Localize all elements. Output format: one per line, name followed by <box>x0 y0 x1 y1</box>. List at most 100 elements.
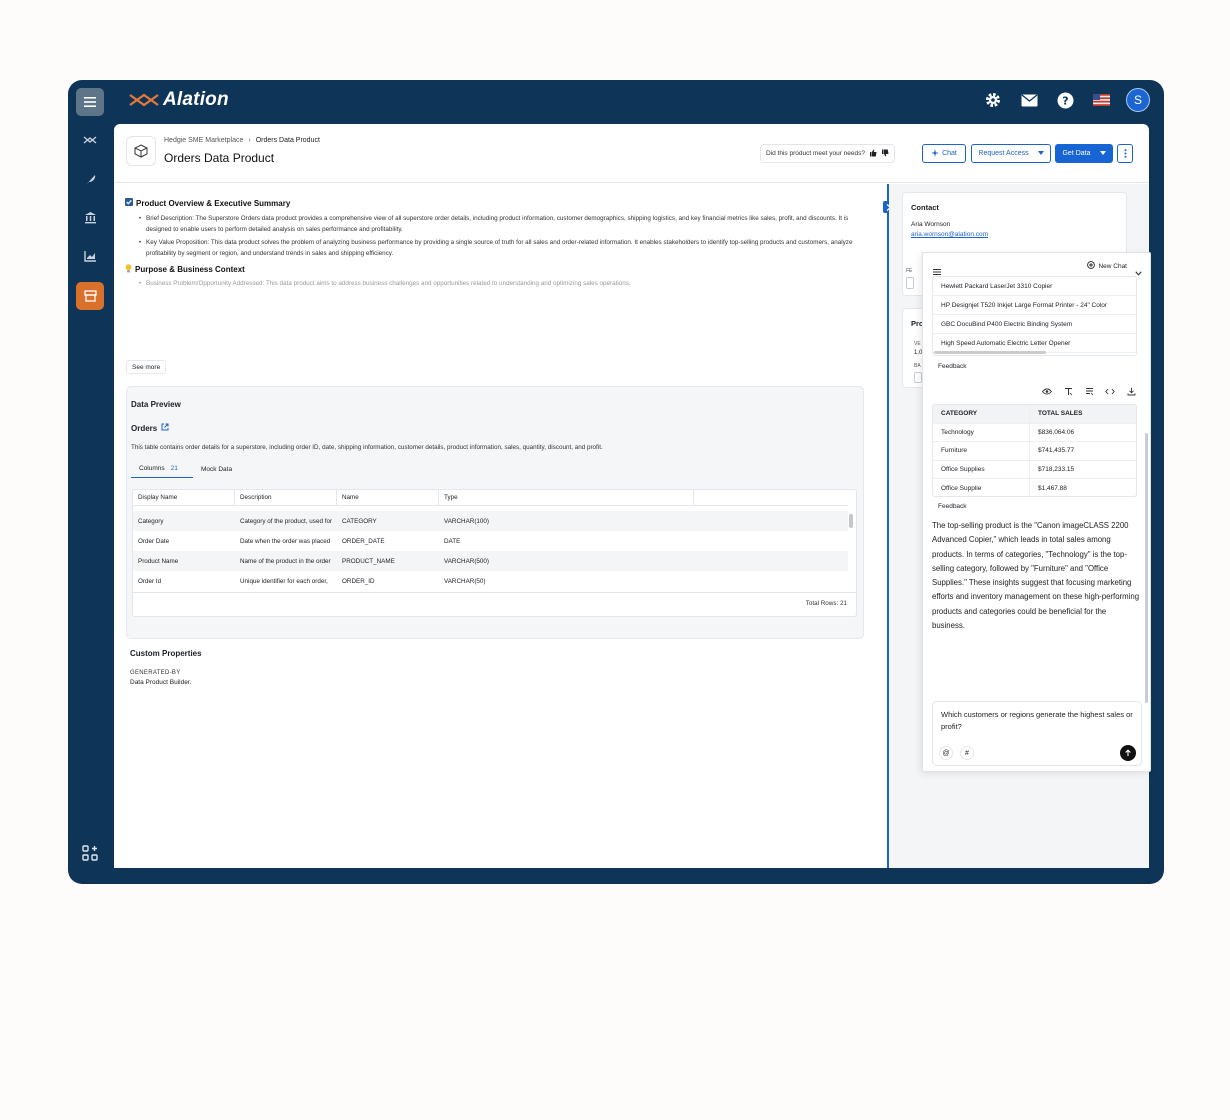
chat-scrollbar[interactable] <box>1145 433 1148 703</box>
page-header: Hedgie SME Marketplace › Orders Data Pro… <box>114 124 1149 183</box>
column-header[interactable]: Display Name <box>133 490 235 505</box>
hashtag-button[interactable]: # <box>960 746 974 760</box>
feedback-button[interactable]: Feedback <box>935 501 970 512</box>
send-button[interactable] <box>1120 745 1136 761</box>
chat-button[interactable]: Chat <box>922 144 966 163</box>
request-access-label: Request Access <box>978 150 1029 157</box>
feedback-question: Did this product meet your needs? <box>766 150 865 157</box>
table-row[interactable]: Category Category of the product, used f… <box>133 511 848 531</box>
thumbs-up-icon[interactable] <box>869 149 877 159</box>
chart-icon[interactable] <box>76 242 104 270</box>
cell-total-sales: $1,467.88 <box>1038 484 1067 492</box>
cell-display-name: Order Id <box>138 577 162 585</box>
tab-mock-data[interactable]: Mock Data <box>193 460 240 478</box>
code-icon[interactable] <box>1105 386 1115 396</box>
result-toolbar <box>1042 386 1136 396</box>
list-item: Hewlett Packard LaserJet 3310 Copier <box>933 277 1136 296</box>
divider <box>133 592 856 593</box>
column-header[interactable]: Name <box>337 490 439 505</box>
avatar[interactable]: S <box>1126 88 1150 112</box>
product-cube-icon <box>126 136 156 166</box>
field-label: BA <box>914 363 921 369</box>
cell-name: PRODUCT_NAME <box>342 557 395 565</box>
column-header[interactable]: Description <box>235 490 337 505</box>
svg-text:?: ? <box>1062 94 1068 107</box>
help-icon[interactable]: ? <box>1054 89 1076 111</box>
page-title: Orders Data Product <box>164 151 275 165</box>
list-scrollbar[interactable] <box>934 351 1046 354</box>
cell-total-sales: $836,064.06 <box>1038 428 1075 436</box>
sparkle-icon <box>931 148 940 159</box>
contact-email[interactable]: aria.wornson@alation.com <box>911 231 988 238</box>
cell-display-name: Category <box>138 517 164 525</box>
chat-input[interactable]: Which customers or regions generate the … <box>941 709 1136 733</box>
eye-icon[interactable] <box>1042 386 1052 396</box>
table-row[interactable]: Order Id Unique identifier for each orde… <box>133 571 848 591</box>
cell-description: Unique identifier for each order, <box>240 577 328 585</box>
feather-icon[interactable] <box>76 165 104 193</box>
table-scrollbar[interactable] <box>849 514 853 528</box>
lightbulb-icon <box>125 264 132 275</box>
column-header[interactable]: Type <box>439 490 694 505</box>
tab-columns-label: Columns <box>139 465 165 472</box>
property-value: Data Product Builder. <box>130 679 192 686</box>
flag-icon[interactable] <box>1090 89 1112 111</box>
table-view-icon[interactable] <box>1084 386 1094 396</box>
logo-mark-icon <box>129 93 159 107</box>
cell-type: VARCHAR(500) <box>444 557 490 565</box>
bank-icon[interactable] <box>76 203 104 231</box>
purpose-heading: Purpose & Business Context <box>125 264 245 275</box>
checkbox-icon <box>125 198 133 208</box>
contact-title: Contact <box>911 203 939 212</box>
field-chip <box>906 277 914 289</box>
assistant-answer: The top-selling product is the "Canon im… <box>932 521 1140 631</box>
see-more-button[interactable]: See more <box>126 360 167 374</box>
result-header: CATEGORY <box>933 405 1030 423</box>
cell-type: VARCHAR(100) <box>444 517 490 525</box>
table-row: Technology $836,064.06 <box>933 423 1136 442</box>
marketplace-icon[interactable] <box>76 282 104 310</box>
more-options-button[interactable] <box>1117 144 1133 163</box>
chat-button-label: Chat <box>942 150 957 157</box>
tab-columns[interactable]: Columns 21 <box>131 460 193 478</box>
menu-icon[interactable] <box>76 88 104 116</box>
breadcrumb-current: Orders Data Product <box>255 137 320 144</box>
feedback-button[interactable]: Feedback <box>935 361 970 372</box>
get-data-button[interactable]: Get Data <box>1055 144 1113 163</box>
thumbs-down-icon[interactable] <box>881 149 889 159</box>
cell-category: Technology <box>933 423 1030 441</box>
table-header-row: Display Name Description Name Type <box>133 490 848 506</box>
list-item: HP Designjet T520 Inkjet Large Format Pr… <box>933 296 1136 315</box>
list-item: GBC DocuBind P400 Electric Binding Syste… <box>933 315 1136 334</box>
mail-icon[interactable] <box>1018 89 1040 111</box>
result-header: TOTAL SALES <box>1038 410 1083 418</box>
data-preview-card: Data Preview Orders This table contains … <box>126 386 864 639</box>
orders-table-name: Orders <box>131 423 158 433</box>
result-table: CATEGORY TOTAL SALES Technology $836,064… <box>932 404 1137 497</box>
tab-mock-data-label: Mock Data <box>201 465 233 473</box>
breadcrumb-parent[interactable]: Hedgie SME Marketplace <box>164 137 243 144</box>
new-chat-label: New Chat <box>1098 262 1127 270</box>
lineage-icon[interactable] <box>76 126 104 154</box>
request-access-button[interactable]: Request Access <box>971 144 1051 163</box>
cell-category: Furniture <box>933 442 1030 460</box>
tab-columns-count: 21 <box>170 465 178 472</box>
arrow-up-icon <box>1125 749 1131 756</box>
text-format-icon[interactable] <box>1063 386 1073 396</box>
orders-table-link[interactable]: Orders <box>131 423 169 433</box>
gear-icon[interactable] <box>982 89 1004 111</box>
overview-bullet-description: Brief Description: The Superstore Orders… <box>139 214 868 235</box>
new-chat-button[interactable]: New Chat <box>1087 261 1127 271</box>
custom-properties-title: Custom Properties <box>130 649 202 658</box>
columns-table: Display Name Description Name Type Categ… <box>132 489 857 617</box>
table-row: Office Supplies $718,233.15 <box>933 460 1136 479</box>
alation-logo[interactable]: Alation <box>129 89 229 111</box>
table-row[interactable]: Order Date Date when the order was place… <box>133 531 848 551</box>
mention-button[interactable]: @ <box>939 746 953 760</box>
table-row[interactable]: Product Name Name of the product in the … <box>133 551 848 571</box>
apps-add-icon[interactable] <box>76 839 104 867</box>
breadcrumb-separator: › <box>248 137 251 144</box>
property-key: GENERATED-BY <box>130 670 181 676</box>
download-icon[interactable] <box>1126 386 1136 396</box>
table-row: Office Supplie $1,467.88 <box>933 479 1136 496</box>
